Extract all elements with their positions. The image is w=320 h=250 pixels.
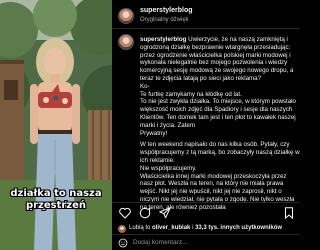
comment-icon[interactable] bbox=[138, 206, 152, 220]
post-media[interactable]: działka to nasza prywatna przestrzeń bbox=[0, 0, 112, 250]
comment-input[interactable]: Dodaj komentarz... bbox=[133, 239, 188, 246]
author-username[interactable]: superstylerblog bbox=[140, 7, 193, 14]
header-divider bbox=[112, 28, 300, 29]
save-icon[interactable] bbox=[282, 206, 296, 220]
comment-bar: Dodaj komentarz... bbox=[112, 234, 300, 250]
post-panel: superstylerblog Oryginalny dźwięk supers… bbox=[112, 0, 300, 250]
likes-count[interactable]: 33,3 tys. innych użytkowników bbox=[195, 225, 282, 231]
likes-user[interactable]: oliver_kubiak bbox=[152, 225, 190, 231]
likes-prefix: Lubią to bbox=[129, 225, 151, 231]
caption-author-avatar[interactable] bbox=[118, 34, 134, 50]
share-icon[interactable] bbox=[158, 206, 172, 220]
audio-label[interactable]: Oryginalny dźwięk bbox=[140, 17, 189, 23]
emoji-icon[interactable] bbox=[118, 238, 128, 248]
likes-text: Lubią to oliver_kubiak i 33,3 tys. innyc… bbox=[129, 225, 282, 231]
heart-icon[interactable] bbox=[118, 206, 132, 220]
actions-divider bbox=[112, 202, 300, 203]
likes-connector: i bbox=[192, 225, 194, 231]
post-header: superstylerblog Oryginalny dźwięk bbox=[118, 6, 296, 28]
video-caption-line2: przestrzeń bbox=[25, 200, 87, 211]
photo-illustration bbox=[0, 0, 112, 250]
caption-author[interactable]: superstylerblog bbox=[140, 36, 186, 43]
caption-paragraph-3: To nie jest zwykła działka. To miejsce, … bbox=[140, 98, 297, 129]
caption-paragraph-4: Prywatny! bbox=[140, 129, 168, 137]
caption-paragraph-5: W ten weekend napisało do nas kilka osób… bbox=[140, 141, 300, 164]
caption-paragraph-0: Uwierzycie, że na naszą zamkniętą i ogro… bbox=[140, 36, 294, 82]
author-avatar[interactable] bbox=[118, 8, 134, 24]
caption-paragraph-1: Ko- bbox=[140, 82, 150, 90]
caption-paragraph-2: Te furtkę zamykamy na kłódkę od lat. bbox=[140, 90, 242, 98]
caption-paragraph-6: Nie współpracujemy. bbox=[140, 164, 197, 172]
likes-summary[interactable]: Lubią to oliver_kubiak i 33,3 tys. innyc… bbox=[118, 224, 298, 234]
liker-avatar bbox=[118, 225, 126, 233]
post-caption: superstylerblog Uwierzycie, że na naszą … bbox=[140, 36, 300, 212]
action-bar bbox=[118, 206, 298, 222]
